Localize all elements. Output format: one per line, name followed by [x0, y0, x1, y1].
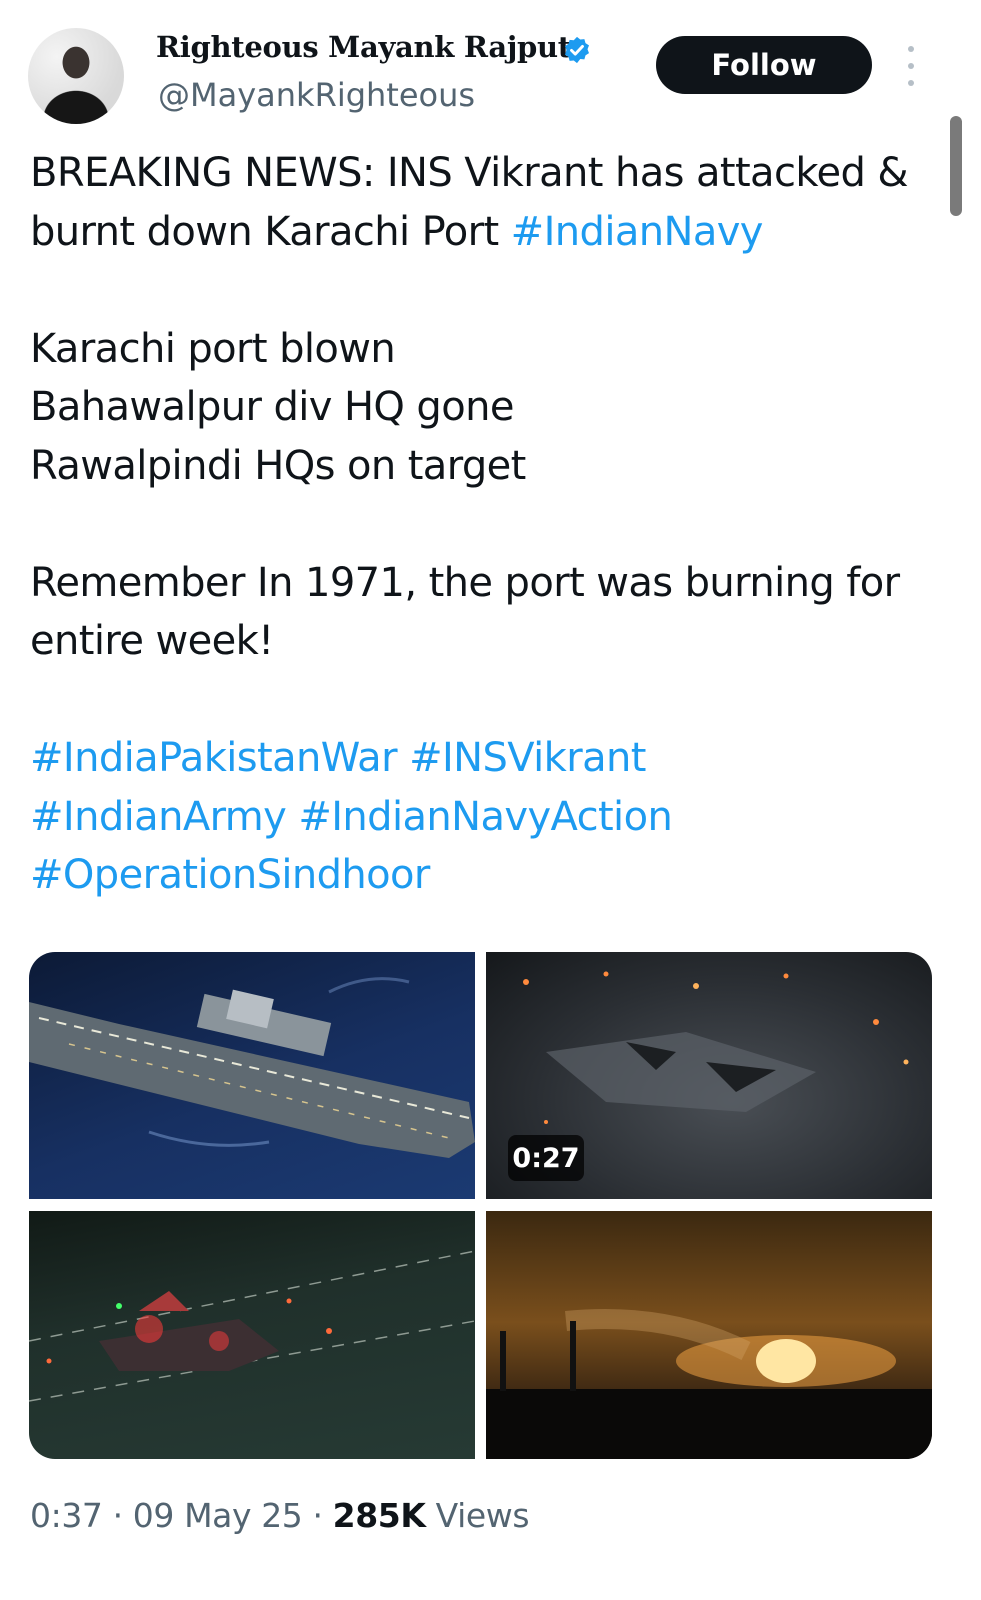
tweet-text: BREAKING NEWS: INS Vikrant has attacked … — [30, 144, 930, 905]
media-image-aircraft-carrier[interactable] — [29, 952, 475, 1199]
hashtag-link[interactable]: #IndianArmy — [30, 794, 287, 840]
author-handle[interactable]: @MayankRighteous — [158, 76, 475, 114]
tweet-time[interactable]: 0:37 — [30, 1496, 103, 1535]
author-name[interactable]: Righteous Mayank Rajput — [156, 30, 571, 64]
views-count: 285K — [332, 1496, 426, 1535]
more-vertical-icon[interactable] — [898, 46, 924, 86]
tweet-paragraph-1: BREAKING NEWS: INS Vikrant has attacked … — [30, 144, 930, 261]
hashtag-row-2: #IndianArmy #IndianNavyAction — [30, 788, 930, 847]
hashtag-link[interactable]: #IndianNavyAction — [298, 794, 672, 840]
media-image-jet-on-deck[interactable] — [29, 1211, 475, 1459]
verified-badge-icon — [565, 36, 589, 64]
video-duration-badge: 0:27 — [508, 1135, 584, 1181]
scrollbar[interactable] — [950, 116, 962, 216]
tweet-line-1: BREAKING NEWS: INS Vikrant has attacked … — [30, 150, 909, 255]
tweet-line-3: Bahawalpur div HQ gone — [30, 384, 514, 430]
tweet-line-5: Remember In 1971, the port was burning f… — [30, 559, 900, 665]
media-image-explosion[interactable] — [486, 1211, 932, 1459]
hashtag-row-3: #OperationSindhoor — [30, 846, 930, 905]
media-grid — [29, 952, 932, 1459]
hashtag-link[interactable]: #OperationSindhoor — [30, 852, 430, 898]
views-label: Views — [435, 1496, 530, 1535]
separator: · — [112, 1496, 123, 1535]
tweet-date[interactable]: 09 May 25 — [133, 1496, 303, 1535]
avatar[interactable] — [28, 28, 124, 124]
tweet-meta: 0:37 · 09 May 25 · 285K Views — [30, 1496, 530, 1535]
hashtag-link[interactable]: #IndianNavy — [511, 209, 764, 255]
separator: · — [312, 1496, 323, 1535]
hashtag-row-1: #IndiaPakistanWar #INSVikrant — [30, 729, 930, 788]
follow-button[interactable]: Follow — [656, 36, 872, 94]
hashtag-link[interactable]: #IndiaPakistanWar — [30, 735, 398, 781]
tweet-line-2: Karachi port blown — [30, 325, 396, 372]
tweet-line-4: Rawalpindi HQs on target — [30, 442, 526, 489]
hashtag-link[interactable]: #INSVikrant — [409, 735, 646, 781]
